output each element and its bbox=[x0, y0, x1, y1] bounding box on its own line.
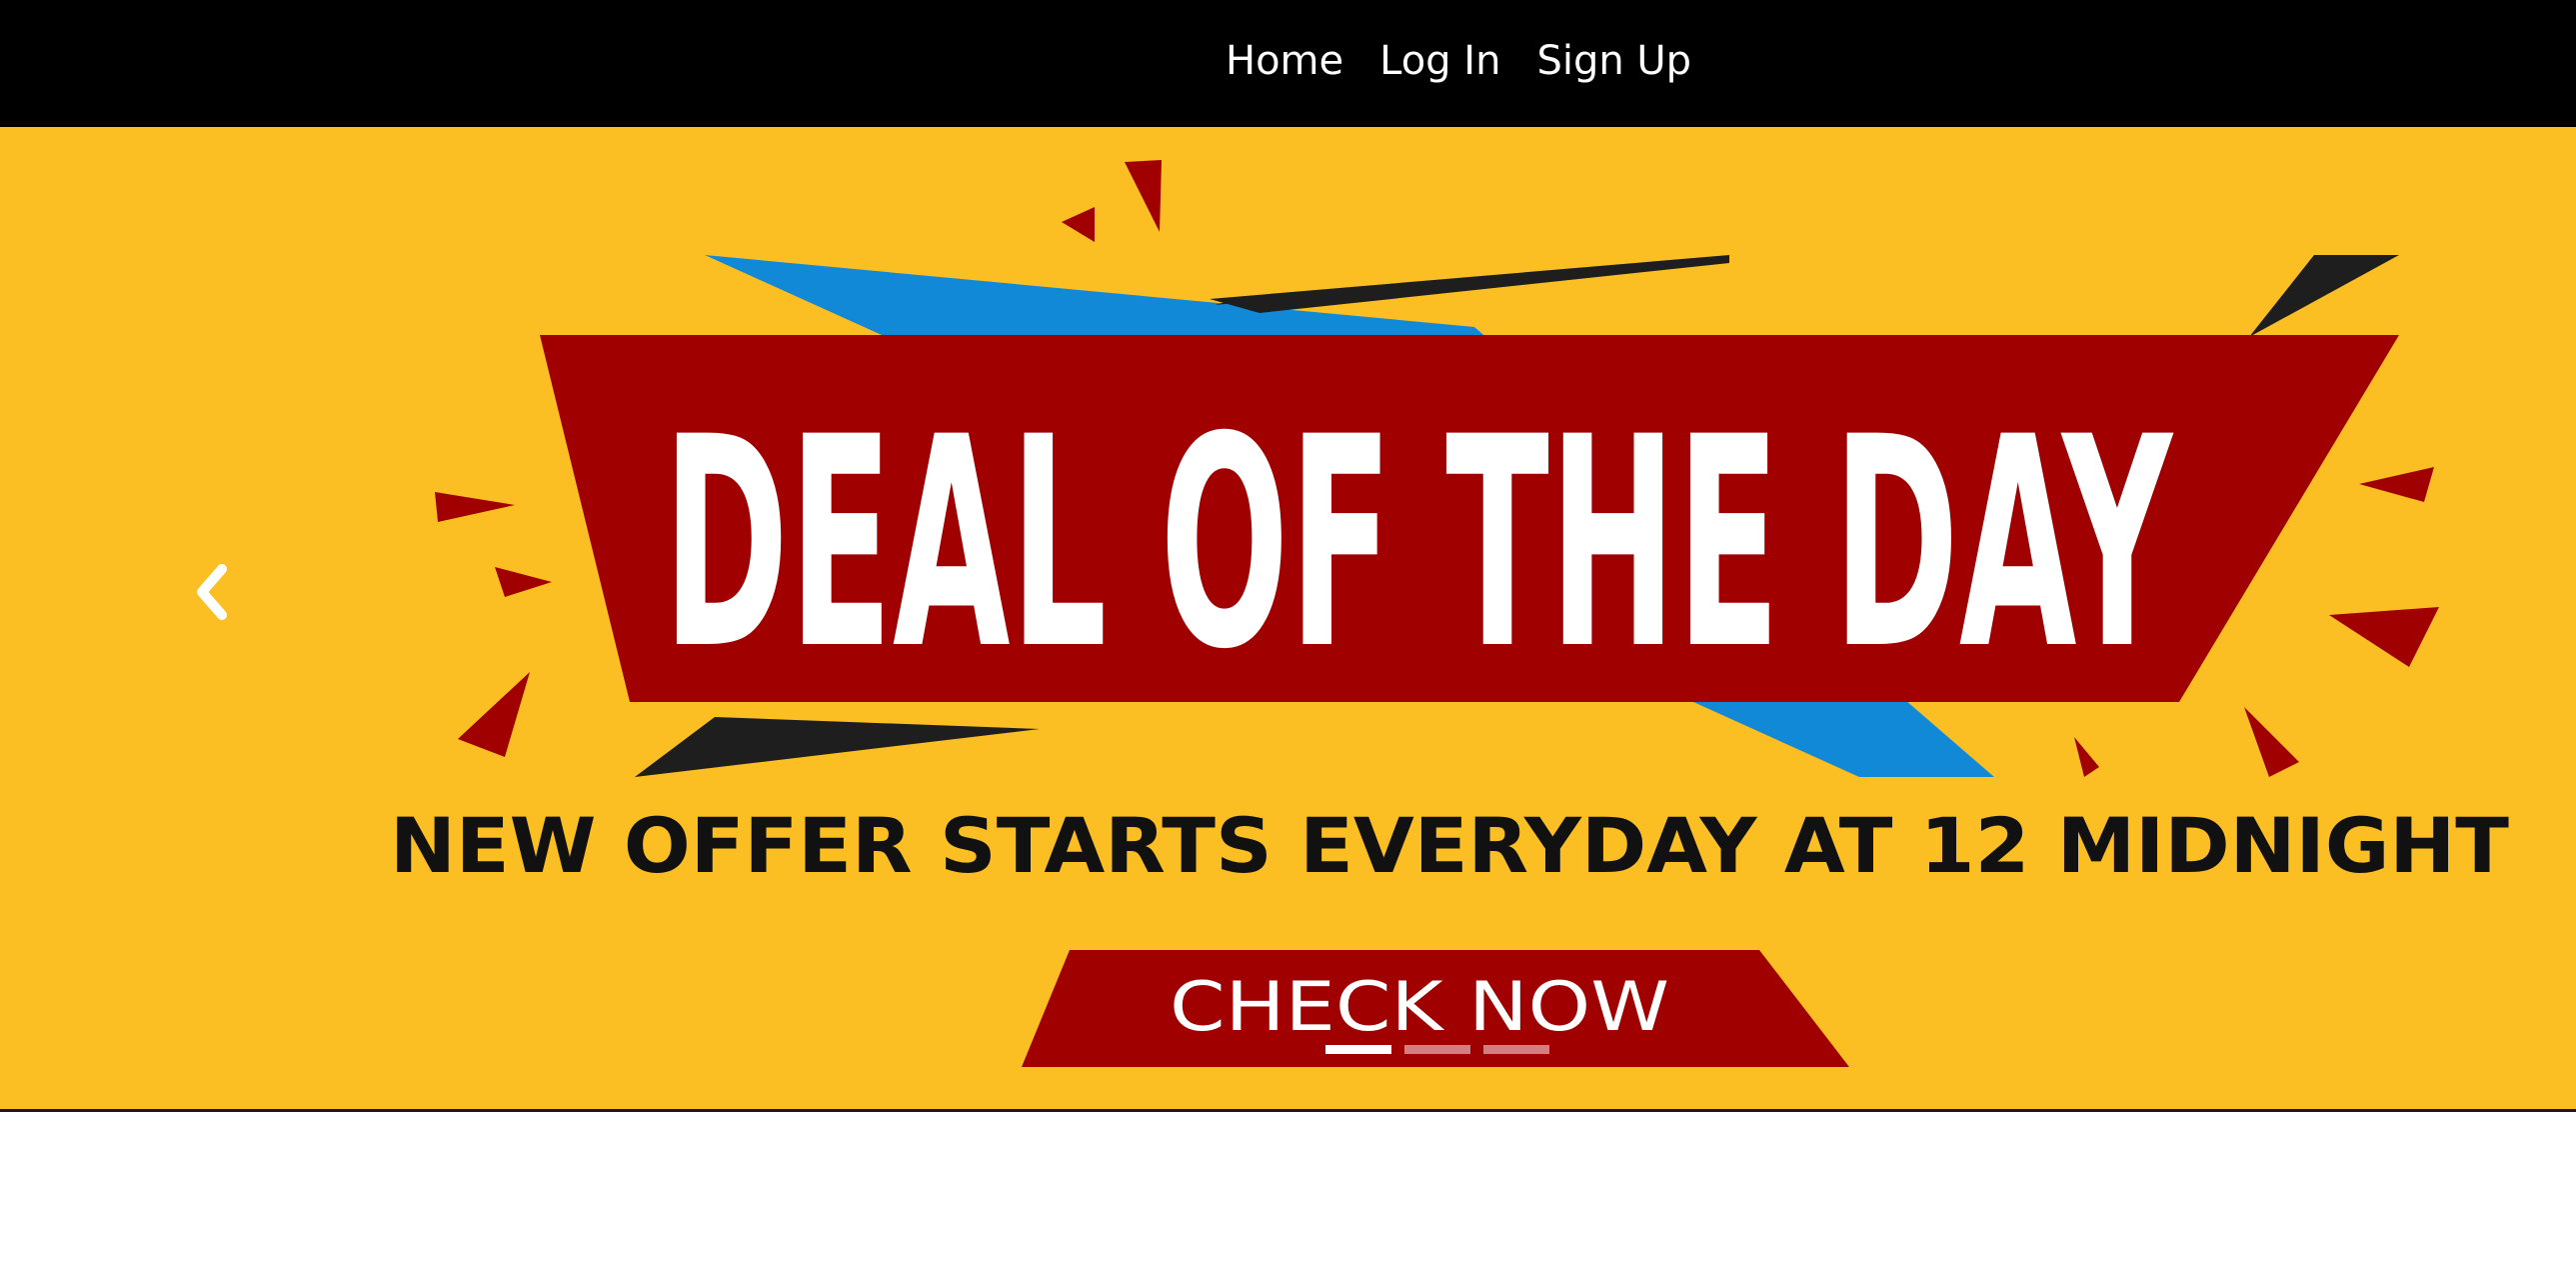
headline-text: DEAL OF THE DAY bbox=[663, 376, 2174, 713]
carousel-indicators bbox=[1325, 1045, 1562, 1054]
nav-link-sign-up[interactable]: Sign Up bbox=[1536, 38, 1691, 84]
subheadline-text: NEW OFFER STARTS EVERYDAY AT 12 MIDNIGHT bbox=[390, 801, 2509, 890]
carousel-indicator-1[interactable] bbox=[1325, 1045, 1391, 1054]
deal-of-the-day-banner[interactable]: DEAL OF THE DAY NEW OFFER STARTS EVERYDA… bbox=[0, 127, 2576, 1109]
chevron-left-icon bbox=[197, 564, 227, 620]
nav-links: Home Log In Sign Up bbox=[1226, 0, 1727, 122]
carousel-prev-button[interactable] bbox=[170, 547, 260, 637]
top-navigation-bar: Home Log In Sign Up bbox=[0, 0, 2576, 127]
nav-link-log-in[interactable]: Log In bbox=[1379, 38, 1500, 84]
nav-link-home[interactable]: Home bbox=[1226, 38, 1343, 84]
carousel-indicator-2[interactable] bbox=[1404, 1045, 1470, 1054]
hero-carousel: DEAL OF THE DAY NEW OFFER STARTS EVERYDA… bbox=[0, 127, 2576, 1112]
check-now-text[interactable]: CHECK NOW bbox=[1170, 968, 1669, 1047]
carousel-indicator-3[interactable] bbox=[1483, 1045, 1549, 1054]
